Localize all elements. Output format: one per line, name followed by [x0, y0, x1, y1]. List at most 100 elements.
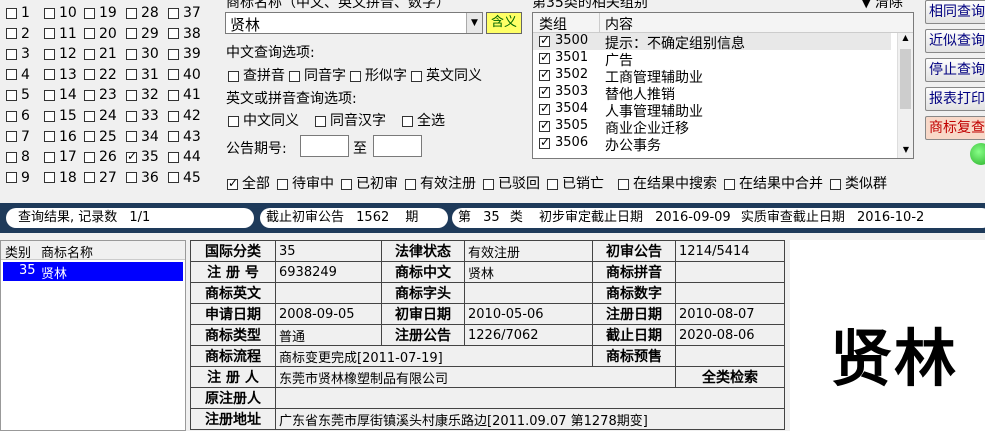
- checkbox-box[interactable]: [168, 7, 179, 19]
- checkbox-box[interactable]: [341, 178, 352, 190]
- class-checkbox[interactable]: 16: [44, 129, 77, 145]
- checkbox-box[interactable]: [6, 151, 17, 163]
- class-checkbox[interactable]: 5: [6, 87, 30, 103]
- checkbox-box[interactable]: [44, 7, 55, 19]
- class-checkbox[interactable]: 15: [44, 108, 77, 124]
- checkbox-box[interactable]: [126, 28, 137, 40]
- class-checkbox[interactable]: 39: [168, 46, 201, 62]
- checkbox-box[interactable]: [168, 89, 179, 101]
- checkbox-box[interactable]: [6, 28, 17, 40]
- class-checkbox[interactable]: 32: [126, 87, 159, 103]
- filter-checkbox[interactable]: 类似群: [830, 176, 887, 192]
- checkbox-box[interactable]: [539, 50, 550, 64]
- checkbox-box[interactable]: [126, 48, 137, 60]
- result-list[interactable]: 类别 商标名称 35 贤林: [0, 240, 186, 431]
- group-list[interactable]: 类组 内容 3500提示：不确定组别信息3501广告3502工商管理辅助业350…: [532, 12, 914, 159]
- checkbox-box[interactable]: [539, 101, 550, 115]
- checkbox-box[interactable]: [227, 176, 238, 190]
- result-row[interactable]: 35 贤林: [3, 262, 183, 282]
- class-checkbox[interactable]: 36: [126, 170, 159, 186]
- checkbox-box[interactable]: [126, 7, 137, 19]
- class-checkbox[interactable]: 28: [126, 5, 159, 21]
- class-checkbox[interactable]: 21: [84, 46, 117, 62]
- class-checkbox[interactable]: 19: [84, 5, 117, 21]
- option-checkbox[interactable]: 中文同义: [228, 113, 299, 129]
- print-report-button[interactable]: 报表打印: [925, 87, 985, 111]
- class-checkbox[interactable]: 23: [84, 87, 117, 103]
- checkbox-box[interactable]: [126, 172, 137, 184]
- class-checkbox[interactable]: 41: [168, 87, 201, 103]
- checkbox-box[interactable]: [84, 151, 95, 163]
- checkbox-box[interactable]: [539, 84, 550, 98]
- checkbox-box[interactable]: [84, 69, 95, 81]
- option-checkbox[interactable]: 形似字: [350, 68, 407, 84]
- group-row[interactable]: 3502工商管理辅助业: [533, 67, 891, 86]
- option-checkbox[interactable]: 英文同义: [411, 68, 482, 84]
- checkbox-box[interactable]: [168, 28, 179, 40]
- checkbox-box[interactable]: [44, 89, 55, 101]
- class-checkbox[interactable]: 11: [44, 26, 77, 42]
- class-checkbox[interactable]: 44: [168, 149, 201, 165]
- filter-checkbox[interactable]: 已驳回: [483, 176, 540, 192]
- group-row[interactable]: 3506 办公事务: [533, 135, 891, 154]
- checkbox-box[interactable]: [539, 67, 550, 81]
- filter-checkbox[interactable]: 在结果中合并: [724, 176, 823, 192]
- class-checkbox[interactable]: 9: [6, 170, 30, 186]
- checkbox-box[interactable]: [84, 110, 95, 122]
- filter-checkbox[interactable]: 全部: [227, 176, 270, 192]
- class-checkbox[interactable]: 12: [44, 46, 77, 62]
- checkbox-box[interactable]: [6, 131, 17, 143]
- checkbox-box[interactable]: [168, 48, 179, 60]
- checkbox-box[interactable]: [44, 48, 55, 60]
- checkbox-box[interactable]: [44, 69, 55, 81]
- class-checkbox[interactable]: 24: [84, 108, 117, 124]
- checkbox-box[interactable]: [6, 89, 17, 101]
- class-checkbox[interactable]: 37: [168, 5, 201, 21]
- scroll-up-icon[interactable]: ▲: [898, 33, 913, 47]
- checkbox-box[interactable]: [6, 110, 17, 122]
- checkbox-box[interactable]: [6, 7, 17, 19]
- class-checkbox[interactable]: 8: [6, 149, 30, 165]
- class-checkbox[interactable]: 30: [126, 46, 159, 62]
- class-checkbox[interactable]: 4: [6, 67, 30, 83]
- class-checkbox[interactable]: 22: [84, 67, 117, 83]
- class-checkbox[interactable]: 31: [126, 67, 159, 83]
- class-checkbox[interactable]: 25: [84, 129, 117, 145]
- filter-checkbox[interactable]: 已初审: [341, 176, 398, 192]
- group-row[interactable]: 3505商业企业迁移: [533, 118, 891, 137]
- group-row[interactable]: 3504人事管理辅助业: [533, 101, 891, 120]
- checkbox-box[interactable]: [315, 115, 326, 127]
- checkbox-box[interactable]: [84, 48, 95, 60]
- option-checkbox[interactable]: 查拼音: [228, 68, 285, 84]
- checkbox-box[interactable]: [277, 178, 288, 190]
- class-checkbox[interactable]: 33: [126, 108, 159, 124]
- filter-checkbox[interactable]: 在结果中搜索: [618, 176, 717, 192]
- class-checkbox[interactable]: 40: [168, 67, 201, 83]
- group-list-scrollbar[interactable]: ▲ ▼: [897, 33, 913, 158]
- checkbox-box[interactable]: [84, 7, 95, 19]
- class-checkbox[interactable]: 43: [168, 129, 201, 145]
- checkbox-box[interactable]: [350, 70, 361, 82]
- checkbox-box[interactable]: [724, 178, 735, 190]
- group-row[interactable]: 3500提示：不确定组别信息: [533, 33, 891, 52]
- checkbox-box[interactable]: [168, 151, 179, 163]
- filter-checkbox[interactable]: 有效注册: [405, 176, 476, 192]
- period-from-input[interactable]: [300, 135, 349, 157]
- checkbox-box[interactable]: [539, 135, 550, 149]
- checkbox-box[interactable]: [126, 89, 137, 101]
- checkbox-box[interactable]: [168, 69, 179, 81]
- class-checkbox[interactable]: 35: [126, 149, 159, 165]
- recheck-button[interactable]: 商标复查: [925, 116, 985, 140]
- class-checkbox[interactable]: 2: [6, 26, 30, 42]
- checkbox-box[interactable]: [44, 28, 55, 40]
- class-checkbox[interactable]: 6: [6, 108, 30, 124]
- checkbox-box[interactable]: [44, 151, 55, 163]
- option-checkbox[interactable]: 同音汉字: [315, 113, 386, 129]
- class-checkbox[interactable]: 27: [84, 170, 117, 186]
- checkbox-box[interactable]: [228, 70, 239, 82]
- class-checkbox[interactable]: 26: [84, 149, 117, 165]
- checkbox-box[interactable]: [483, 178, 494, 190]
- scroll-thumb[interactable]: [900, 49, 911, 109]
- class-checkbox[interactable]: 14: [44, 87, 77, 103]
- same-search-button[interactable]: 相同查询: [925, 0, 985, 24]
